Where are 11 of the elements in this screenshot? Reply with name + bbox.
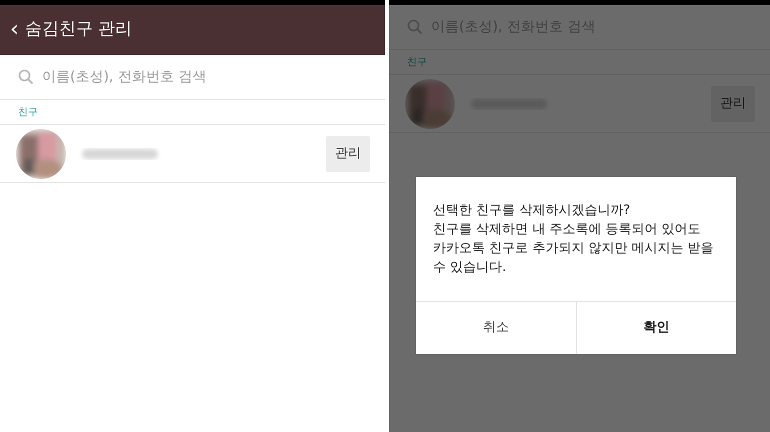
dialog-message: 선택한 친구를 삭제하시겠습니까? 친구를 삭제하면 내 주소록에 등록되어 있어도 카카오톡 친구로 추가되지 않지만 메시지는 받을 수 있습니다.	[432, 202, 715, 277]
confirm-button[interactable]: 확인	[576, 302, 736, 354]
search-icon	[18, 69, 34, 85]
search-icon	[407, 19, 423, 35]
header-title: 숨김친구 관리	[24, 18, 132, 42]
section-label: 친구	[407, 56, 427, 70]
search-field[interactable]: 이름(초성), 전화번호 검색	[42, 66, 367, 88]
cancel-button[interactable]: 취소	[416, 302, 576, 354]
manage-button[interactable]: 관리	[326, 136, 370, 172]
section-label: 친구	[18, 106, 38, 120]
back-button[interactable]: ‹	[10, 19, 19, 41]
